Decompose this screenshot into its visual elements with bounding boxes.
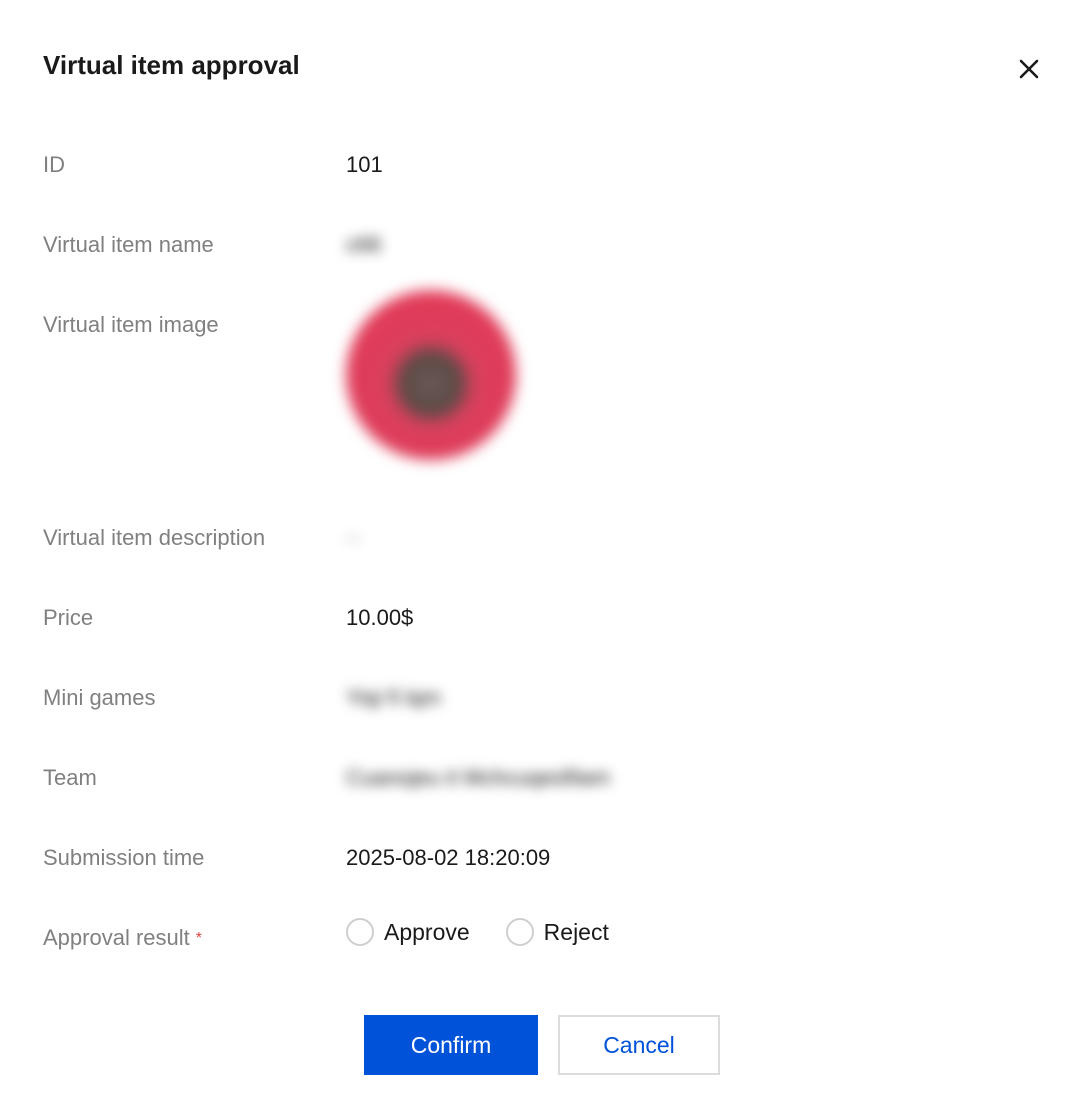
price-label: Price <box>43 605 94 630</box>
virtual-item-image <box>346 290 516 460</box>
approval-result-label-wrap: Approval result * <box>43 923 202 954</box>
cancel-button[interactable]: Cancel <box>558 1015 720 1075</box>
id-value: 101 <box>346 152 383 177</box>
approval-result-label: Approval result <box>43 925 190 950</box>
mini-games-label: Mini games <box>43 685 156 710</box>
approve-label: Approve <box>384 919 470 945</box>
description-value: ·· <box>346 525 361 550</box>
mini-games-value: Yiqi fi lqm <box>346 685 441 710</box>
confirm-button[interactable]: Confirm <box>364 1015 538 1075</box>
approve-radio-option[interactable]: Approve <box>346 917 470 947</box>
description-label: Virtual item description <box>43 525 266 550</box>
reject-label: Reject <box>543 919 609 945</box>
price-value: 10.00$ <box>346 605 414 630</box>
approval-radio-group: Approve Reject <box>346 917 609 947</box>
name-label: Virtual item name <box>43 232 214 257</box>
id-label: ID <box>43 152 65 177</box>
submission-time-value: 2025-08-02 18:20:09 <box>346 845 551 870</box>
image-label: Virtual item image <box>43 312 219 337</box>
team-value: Cuanojeu it Mchcuqesfilam <box>346 765 611 790</box>
submission-time-label: Submission time <box>43 845 205 870</box>
approval-dialog: Virtual item approval ID 101 Virtual ite… <box>0 0 1086 1118</box>
approve-radio[interactable] <box>346 918 374 946</box>
required-mark: * <box>195 930 202 948</box>
reject-radio[interactable] <box>505 918 534 946</box>
close-button[interactable] <box>1012 52 1046 86</box>
reject-radio-option[interactable]: Reject <box>505 917 609 947</box>
name-value: c66 <box>346 232 382 257</box>
close-icon <box>1019 59 1039 79</box>
dialog-title: Virtual item approval <box>43 50 300 80</box>
team-label: Team <box>43 765 97 790</box>
